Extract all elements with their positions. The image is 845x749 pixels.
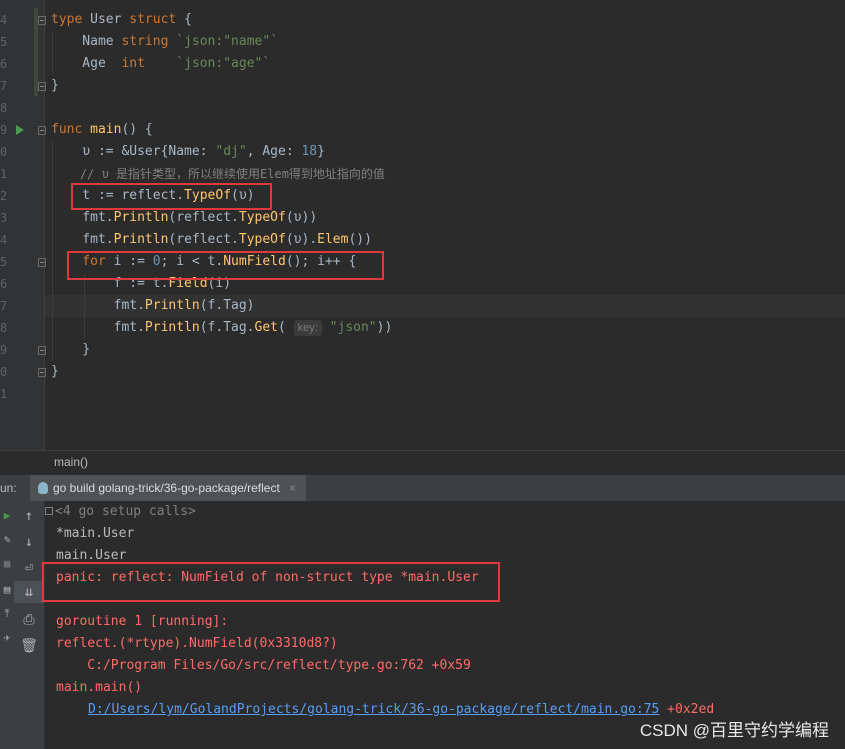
console-error-line: C:/Program Files/Go/src/reflect/type.go:… (56, 658, 471, 673)
console-error-line: D:/Users/lym/GolandProjects/golang-trick… (88, 702, 715, 717)
code-line[interactable]: υ := &User{Name: "dj", Age: 18} (51, 141, 325, 163)
console-toolbar: ↑ ↓ ⏎ ⇊ ⎙ 🗑 (14, 501, 45, 749)
run-tab-title: go build golang-trick/36-go-package/refl… (53, 481, 280, 495)
console-error-line: panic: reflect: NumField of non-struct t… (56, 570, 479, 585)
fold-icon[interactable] (38, 16, 46, 25)
run-label: un: (0, 481, 17, 495)
code-comment[interactable]: // υ 是指针类型，所以继续使用Elem得到地址指向的值 (51, 163, 385, 185)
line-number: 5 (0, 255, 8, 269)
line-number: 0 (0, 365, 8, 379)
arrow-down-icon[interactable]: ↓ (14, 531, 44, 553)
stop-icon[interactable]: ■ (0, 557, 14, 570)
line-number: 5 (0, 35, 8, 49)
watermark: CSDN @百里守约学编程 (639, 721, 829, 740)
code-line[interactable]: for i := 0; i < t.NumField(); i++ { (51, 251, 356, 273)
code-line[interactable]: fmt.Println(reflect.TypeOf(υ).Elem()) (51, 229, 372, 251)
run-side-toolbar: ▶ ✎ ■ ▤ ⤒ ✈ (0, 501, 14, 749)
line-number: 1 (0, 387, 8, 401)
line-number: 4 (0, 13, 8, 27)
console-error-line: goroutine 1 [running]: (56, 614, 229, 629)
code-line[interactable]: func main() { (51, 119, 153, 141)
line-number: 6 (0, 57, 8, 71)
line-number: 9 (0, 123, 8, 137)
run-tool-window-header: un: go build golang-trick/36-go-package/… (0, 475, 845, 502)
close-icon[interactable]: × (289, 481, 296, 495)
breadcrumb-item[interactable]: main() (54, 455, 88, 469)
fold-icon[interactable] (38, 126, 46, 135)
run-gutter-icon[interactable] (16, 125, 24, 135)
line-number: 8 (0, 101, 8, 115)
line-number: 4 (0, 233, 8, 247)
code-editor[interactable]: 4 5 6 7 8 9 0 1 2 3 4 5 6 7 8 9 0 1 type… (0, 0, 845, 450)
console-error-line: reflect.(*rtype).NumField(0x3310d8?) (56, 636, 338, 651)
console-output[interactable]: <4 go setup calls> *main.User main.User … (42, 501, 845, 749)
code-line[interactable]: } (51, 361, 59, 383)
line-number: 2 (0, 189, 8, 203)
line-number: 9 (0, 343, 8, 357)
run-tab[interactable]: go build golang-trick/36-go-package/refl… (30, 475, 306, 501)
line-number: 7 (0, 299, 8, 313)
line-number: 8 (0, 321, 8, 335)
code-line[interactable]: Age int `json:"age"` (51, 53, 270, 75)
fold-icon[interactable] (38, 368, 46, 377)
go-gopher-icon (38, 482, 48, 494)
line-number: 3 (0, 211, 8, 225)
scroll-to-end-icon[interactable]: ⇊ (14, 581, 44, 603)
code-line[interactable]: } (51, 339, 90, 361)
pin-icon[interactable]: ✈ (0, 631, 14, 644)
console-folded-group[interactable]: <4 go setup calls> (45, 501, 196, 523)
code-line[interactable]: f := t.Field(i) (51, 273, 231, 295)
code-line[interactable]: fmt.Println(f.Tag) (51, 295, 255, 317)
rerun-icon[interactable]: ▶ (0, 509, 14, 522)
arrow-up-icon[interactable]: ↑ (14, 505, 44, 527)
fold-icon[interactable] (38, 346, 46, 355)
code-line[interactable]: } (51, 75, 59, 97)
parameter-hint: key: (293, 320, 322, 336)
trash-icon[interactable]: 🗑 (14, 635, 44, 657)
expand-icon[interactable] (45, 507, 53, 515)
console-error-line: main.main() (56, 680, 143, 695)
soft-wrap-icon[interactable]: ⏎ (14, 557, 44, 579)
console-line: main.User (56, 548, 127, 563)
print-icon[interactable]: ⎙ (14, 609, 44, 631)
code-line[interactable]: t := reflect.TypeOf(υ) (51, 185, 254, 207)
wrench-icon[interactable]: ✎ (0, 533, 14, 546)
code-line[interactable]: type User struct { (51, 9, 192, 31)
line-number: 1 (0, 167, 8, 181)
code-line[interactable]: fmt.Println(f.Tag.Get( key: "json")) (51, 317, 392, 339)
line-number-gutter: 4 5 6 7 8 9 0 1 2 3 4 5 6 7 8 9 0 1 (0, 0, 46, 450)
fold-icon[interactable] (38, 258, 46, 267)
layout-icon[interactable]: ▤ (0, 583, 14, 596)
breadcrumb: main() (0, 450, 845, 475)
fold-icon[interactable] (38, 82, 46, 91)
code-line[interactable]: Name string `json:"name"` (51, 31, 278, 53)
console-line: *main.User (56, 526, 135, 541)
line-number: 6 (0, 277, 8, 291)
source-link[interactable]: D:/Users/lym/GolandProjects/golang-trick… (88, 702, 659, 717)
code-line[interactable]: fmt.Println(reflect.TypeOf(υ)) (51, 207, 317, 229)
line-number: 7 (0, 79, 8, 93)
restore-icon[interactable]: ⤒ (0, 607, 14, 621)
line-number: 0 (0, 145, 8, 159)
